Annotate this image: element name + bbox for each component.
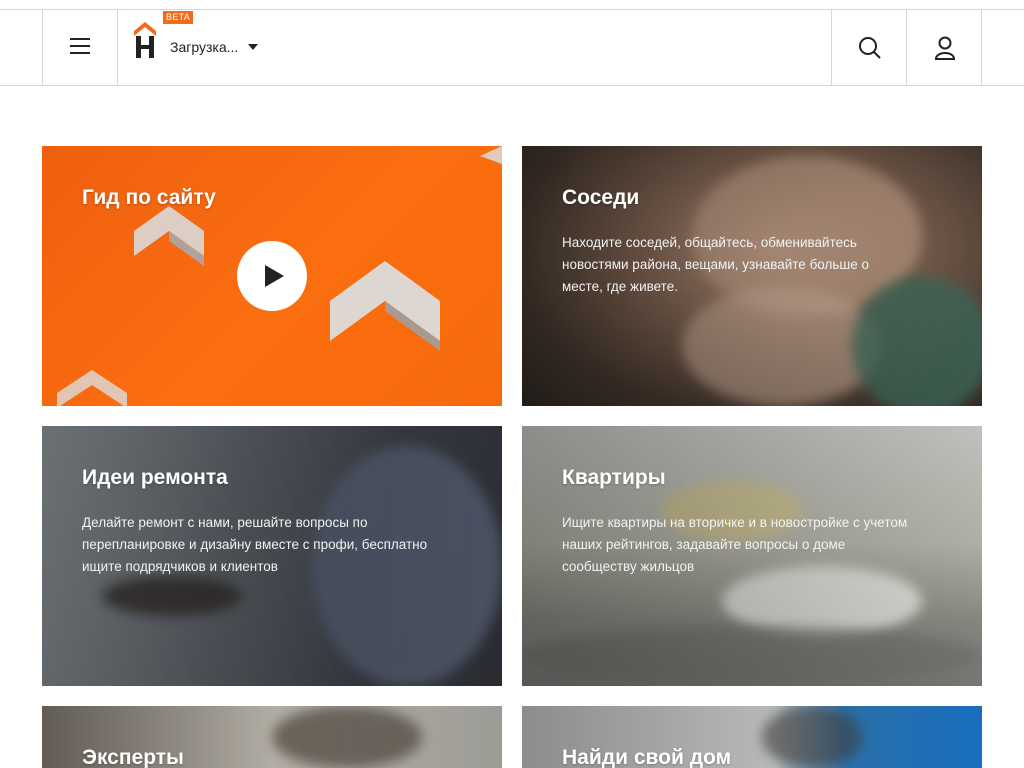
card-title: Гид по сайту [82, 186, 216, 209]
card-renovation-ideas[interactable]: Идеи ремонта Делайте ремонт с нами, реша… [42, 426, 502, 686]
site-header: BETA Загрузка... [0, 10, 1024, 86]
card-title: Найди свой дом [562, 746, 732, 768]
chevron-down-icon [248, 44, 259, 50]
user-button[interactable] [907, 10, 982, 85]
house-shape-decoration [134, 206, 204, 266]
user-cell [906, 10, 982, 85]
card-description: Ищите квартиры на вторичке и в новострой… [562, 515, 908, 574]
card-title: Идеи ремонта [82, 466, 228, 489]
card-description: Находите соседей, общайтесь, обменивайте… [562, 235, 870, 294]
location-selector[interactable]: Загрузка... [170, 39, 259, 55]
card-site-guide[interactable]: Гид по сайту [42, 146, 502, 406]
house-shape-decoration [480, 146, 502, 164]
user-icon [934, 36, 955, 60]
house-shape-decoration [57, 370, 127, 406]
beta-badge: BETA [163, 11, 194, 24]
page: BETA Загрузка... Гид по сайту Соседи Нах… [0, 0, 1024, 768]
house-shape-decoration [330, 261, 440, 351]
card-neighbors[interactable]: Соседи Находите соседей, общайтесь, обме… [522, 146, 982, 406]
search-cell [831, 10, 907, 85]
brand-cell: BETA Загрузка... [117, 10, 832, 85]
card-apartments[interactable]: Квартиры Ищите квартиры на вторичке и в … [522, 426, 982, 686]
card-experts[interactable]: Эксперты [42, 706, 502, 768]
card-description: Делайте ремонт с нами, решайте вопросы п… [82, 515, 428, 574]
card-title: Соседи [562, 186, 640, 209]
search-icon [858, 36, 881, 59]
site-logo-icon[interactable] [134, 22, 156, 60]
search-button[interactable] [832, 10, 907, 85]
card-title: Квартиры [562, 466, 666, 489]
hamburger-menu-icon[interactable] [70, 38, 90, 55]
play-icon [265, 265, 284, 287]
top-strip [0, 0, 1024, 10]
card-find-home[interactable]: Найди свой дом [522, 706, 982, 768]
play-button[interactable] [237, 241, 307, 311]
card-title: Эксперты [82, 746, 184, 768]
menu-cell [42, 10, 118, 85]
location-label: Загрузка... [170, 39, 239, 55]
